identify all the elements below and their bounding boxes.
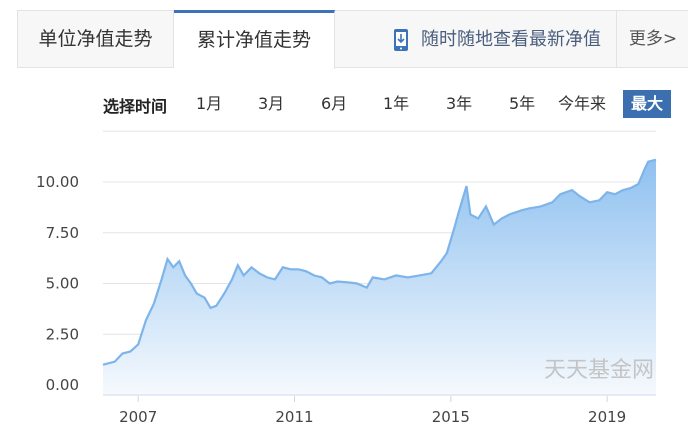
mobile-link[interactable]: 随时随地查看最新净值 [393, 11, 613, 68]
y-tick-label: 2.50 [46, 325, 79, 343]
x-tick-label: 2011 [275, 408, 313, 426]
x-tick-label: 2007 [119, 408, 157, 426]
tab-cumulative-nav[interactable]: 累计净值走势 [174, 10, 335, 69]
range-1m-button[interactable]: 1月 [196, 90, 222, 118]
mobile-link-text: 随时随地查看最新净值 [421, 29, 601, 50]
phone-icon [394, 29, 408, 51]
y-axis: 0.00 2.50 5.00 7.50 10.00 [36, 173, 79, 394]
x-tick-label: 2015 [432, 408, 470, 426]
y-tick-label: 0.00 [46, 376, 79, 394]
range-5y-button[interactable]: 5年 [509, 90, 535, 118]
nav-chart: 0.00 2.50 5.00 7.50 10.00 2007 2011 2015 2019 天… [36, 130, 657, 426]
y-tick-label: 10.00 [36, 173, 79, 191]
range-6m-button[interactable]: 6月 [321, 90, 347, 118]
y-tick-label: 5.00 [46, 275, 79, 293]
more-link[interactable]: 更多> [616, 11, 688, 68]
time-range-title: 选择时间 [103, 97, 168, 116]
watermark: 天天基金网 [544, 358, 654, 383]
range-3m-button[interactable]: 3月 [258, 90, 284, 118]
y-tick-label: 7.50 [46, 224, 79, 242]
tab-bar: 单位净值走势 累计净值走势 随时随地查看最新净值 更多> [17, 10, 688, 69]
range-3y-button[interactable]: 3年 [446, 90, 472, 118]
x-axis: 2007 2011 2015 2019 [103, 394, 656, 426]
tab-unit-nav[interactable]: 单位净值走势 [18, 11, 174, 68]
range-1y-button[interactable]: 1年 [383, 90, 409, 118]
range-ytd-button[interactable]: 今年来 [558, 90, 606, 118]
time-range-bar: 选择时间 1月 3月 6月 1年 3年 5年 今年来 最大 [0, 88, 688, 120]
x-tick-label: 2019 [588, 408, 626, 426]
range-max-button[interactable]: 最大 [623, 90, 672, 118]
